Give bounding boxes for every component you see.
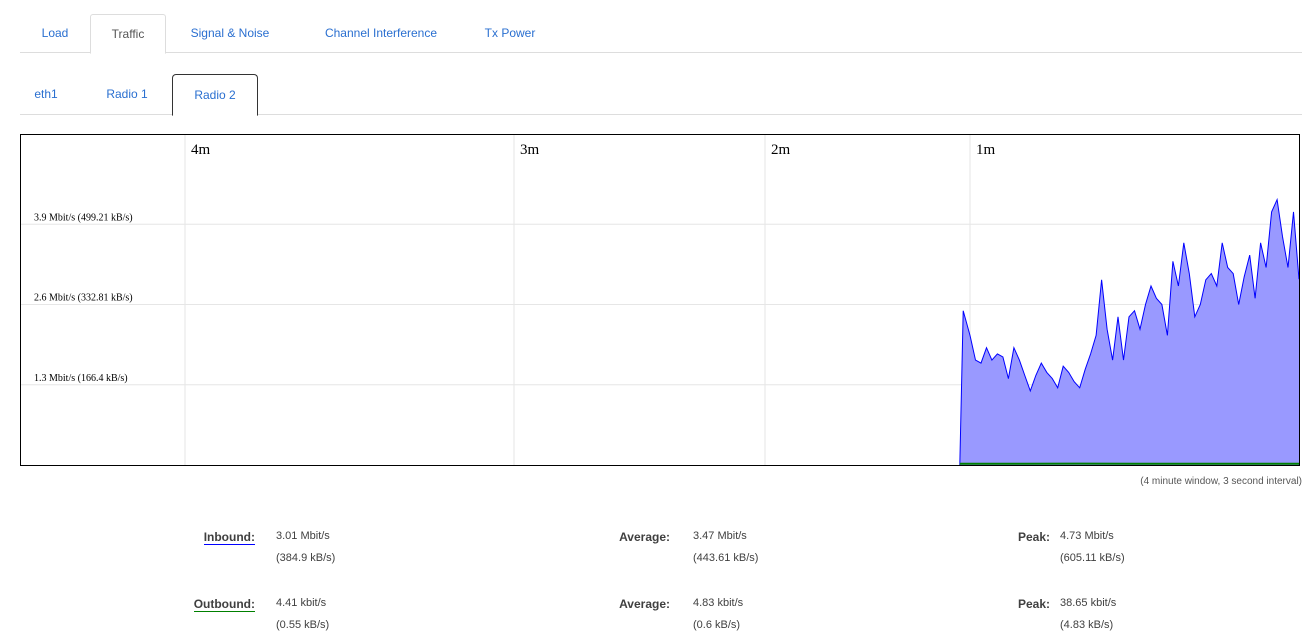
inbound-average-label: Average: <box>619 530 670 544</box>
inbound-label: Inbound: <box>165 530 255 545</box>
y-tick-label: 3.9 Mbit/s (499.21 kB/s) <box>34 212 133 223</box>
main-tabbar: Load Traffic Signal & Noise Channel Inte… <box>20 14 1302 54</box>
inbound-legend: Inbound: <box>203 530 255 545</box>
inbound-peak: 4.73 Mbit/s <box>1060 530 1114 542</box>
tab-traffic[interactable]: Traffic <box>90 14 166 54</box>
outbound-current-kb: (0.55 kB/s) <box>276 619 330 631</box>
tab-channel-interference[interactable]: Channel Interference <box>306 14 456 53</box>
x-tick-label: 1m <box>976 142 996 158</box>
inbound-average: 3.47 Mbit/s <box>693 530 747 542</box>
x-tick-label: 4m <box>191 142 211 158</box>
x-tick-label: 2m <box>771 142 791 158</box>
tab-tx-power[interactable]: Tx Power <box>478 14 542 53</box>
inbound-average-kb: (443.61 kB/s) <box>693 552 759 564</box>
outbound-legend: Outbound: <box>193 597 255 612</box>
traffic-graph-svg: 3.9 Mbit/s (499.21 kB/s) 2.6 Mbit/s (332.… <box>20 134 1300 466</box>
tab-signal-noise[interactable]: Signal & Noise <box>180 14 280 53</box>
outbound-label: Outbound: <box>165 597 255 612</box>
outbound-peak-label: Peak: <box>1017 597 1050 611</box>
subtab-eth1[interactable]: eth1 <box>26 74 66 115</box>
page: Load Traffic Signal & Noise Channel Inte… <box>20 0 1302 639</box>
outbound-average-kb: (0.6 kB/s) <box>693 619 741 631</box>
subtab-radio-1[interactable]: Radio 1 <box>94 74 160 115</box>
outbound-peak: 38.65 kbit/s <box>1060 597 1117 609</box>
subtab-radio-2[interactable]: Radio 2 <box>172 74 258 116</box>
tab-load[interactable]: Load <box>30 14 80 53</box>
traffic-graph: 3.9 Mbit/s (499.21 kB/s) 2.6 Mbit/s (332.… <box>20 134 1300 466</box>
inbound-current-kb: (384.9 kB/s) <box>276 552 336 564</box>
outbound-average: 4.83 kbit/s <box>693 597 744 609</box>
x-tick-label: 3m <box>520 142 540 158</box>
inbound-peak-kb: (605.11 kB/s) <box>1060 552 1125 564</box>
graph-caption: (4 minute window, 3 second interval) <box>1140 476 1302 487</box>
outbound-peak-kb: (4.83 kB/s) <box>1060 619 1114 631</box>
outbound-average-label: Average: <box>619 597 670 611</box>
inbound-current: 3.01 Mbit/s <box>276 530 330 542</box>
interface-tabbar: eth1 Radio 1 Radio 2 <box>20 74 1302 116</box>
inbound-peak-label: Peak: <box>1017 530 1050 544</box>
y-tick-label: 1.3 Mbit/s (166.4 kB/s) <box>34 373 128 384</box>
outbound-current: 4.41 kbit/s <box>276 597 327 609</box>
y-tick-label: 2.6 Mbit/s (332.81 kB/s) <box>34 293 133 304</box>
